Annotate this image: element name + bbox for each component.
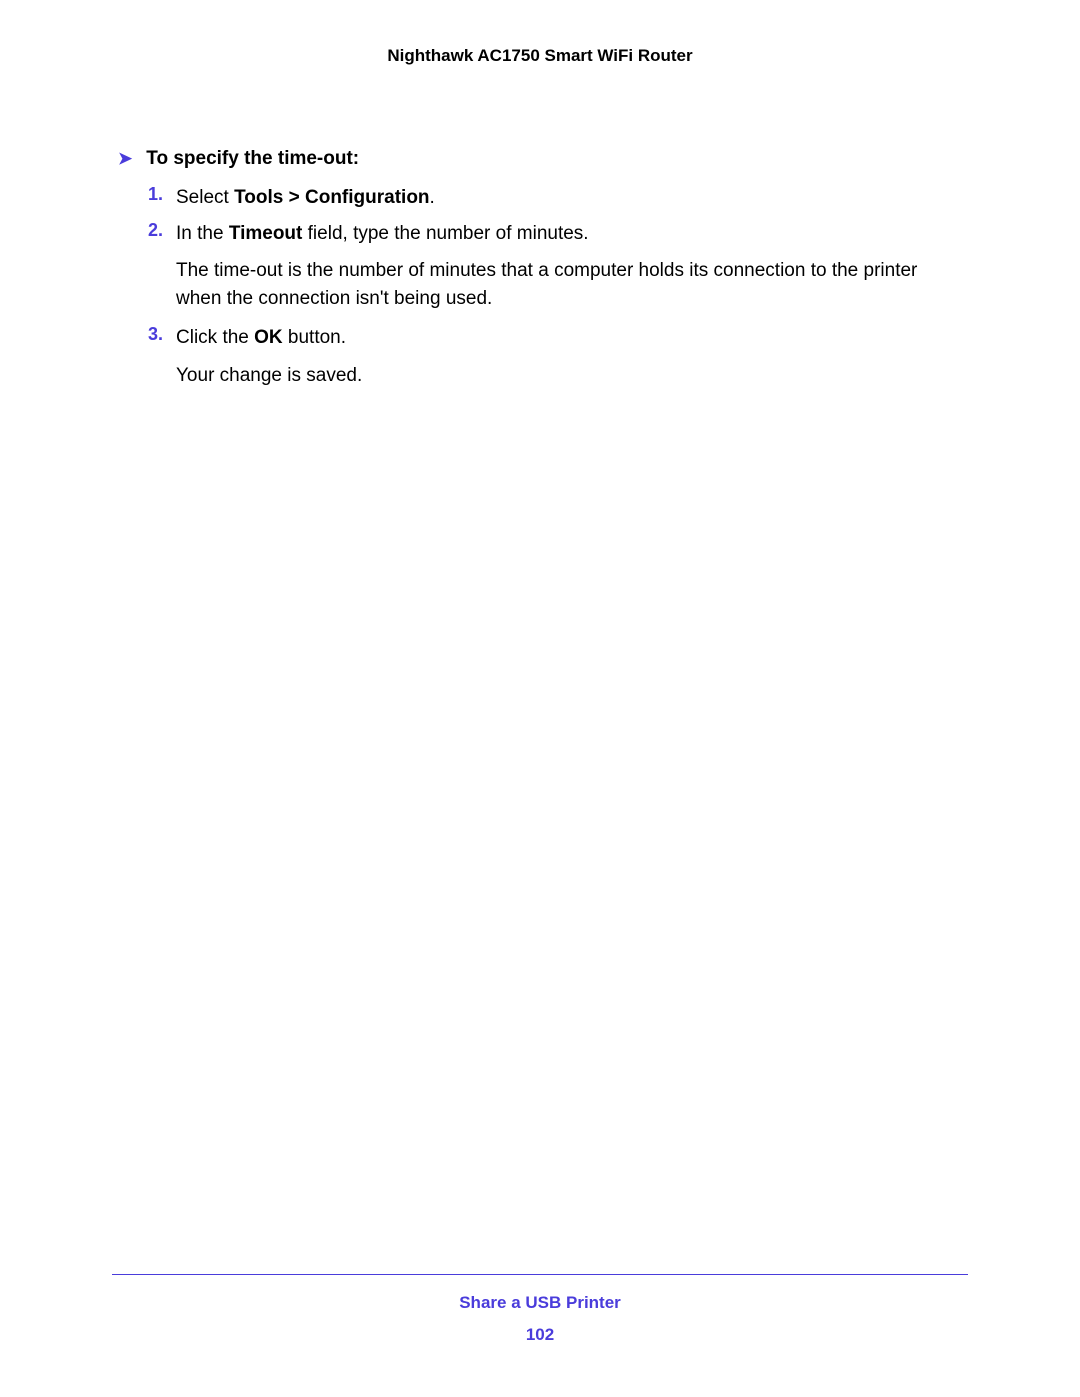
step-bold: Timeout (229, 223, 303, 244)
step-text: Select Tools > Configuration. (176, 187, 435, 208)
step-suffix: button. (283, 327, 346, 348)
step-number: 3. (148, 324, 176, 393)
step-content: In the Timeout field, type the number of… (176, 220, 968, 317)
step-description: The time-out is the number of minutes th… (176, 257, 968, 312)
step-suffix: field, type the number of minutes. (302, 223, 588, 244)
step-bold: Tools > Configuration (234, 187, 429, 208)
step-item-1: 1. Select Tools > Configuration. (148, 184, 968, 212)
section-heading-text: To specify the time-out: (146, 148, 359, 170)
footer-section-title: Share a USB Printer (112, 1293, 968, 1313)
step-prefix: Select (176, 187, 234, 208)
step-content: Click the OK button. Your change is save… (176, 324, 968, 393)
step-text: In the Timeout field, type the number of… (176, 223, 589, 244)
step-item-3: 3. Click the OK button. Your change is s… (148, 324, 968, 393)
page-footer: Share a USB Printer 102 (112, 1274, 968, 1345)
step-bold: OK (254, 327, 283, 348)
step-content: Select Tools > Configuration. (176, 184, 968, 212)
section-heading: ➤ To specify the time-out: (118, 148, 968, 170)
document-page: Nighthawk AC1750 Smart WiFi Router ➤ To … (0, 0, 1080, 1397)
step-prefix: In the (176, 223, 229, 244)
step-number: 1. (148, 184, 176, 212)
step-prefix: Click the (176, 327, 254, 348)
footer-divider (112, 1274, 968, 1275)
step-item-2: 2. In the Timeout field, type the number… (148, 220, 968, 317)
step-description: Your change is saved. (176, 362, 968, 390)
section-arrow-icon: ➤ (118, 149, 132, 169)
steps-list: 1. Select Tools > Configuration. 2. In t… (148, 184, 968, 393)
step-number: 2. (148, 220, 176, 317)
page-header-title: Nighthawk AC1750 Smart WiFi Router (112, 46, 968, 66)
footer-page-number: 102 (112, 1325, 968, 1345)
step-suffix: . (430, 187, 435, 208)
step-text: Click the OK button. (176, 327, 346, 348)
